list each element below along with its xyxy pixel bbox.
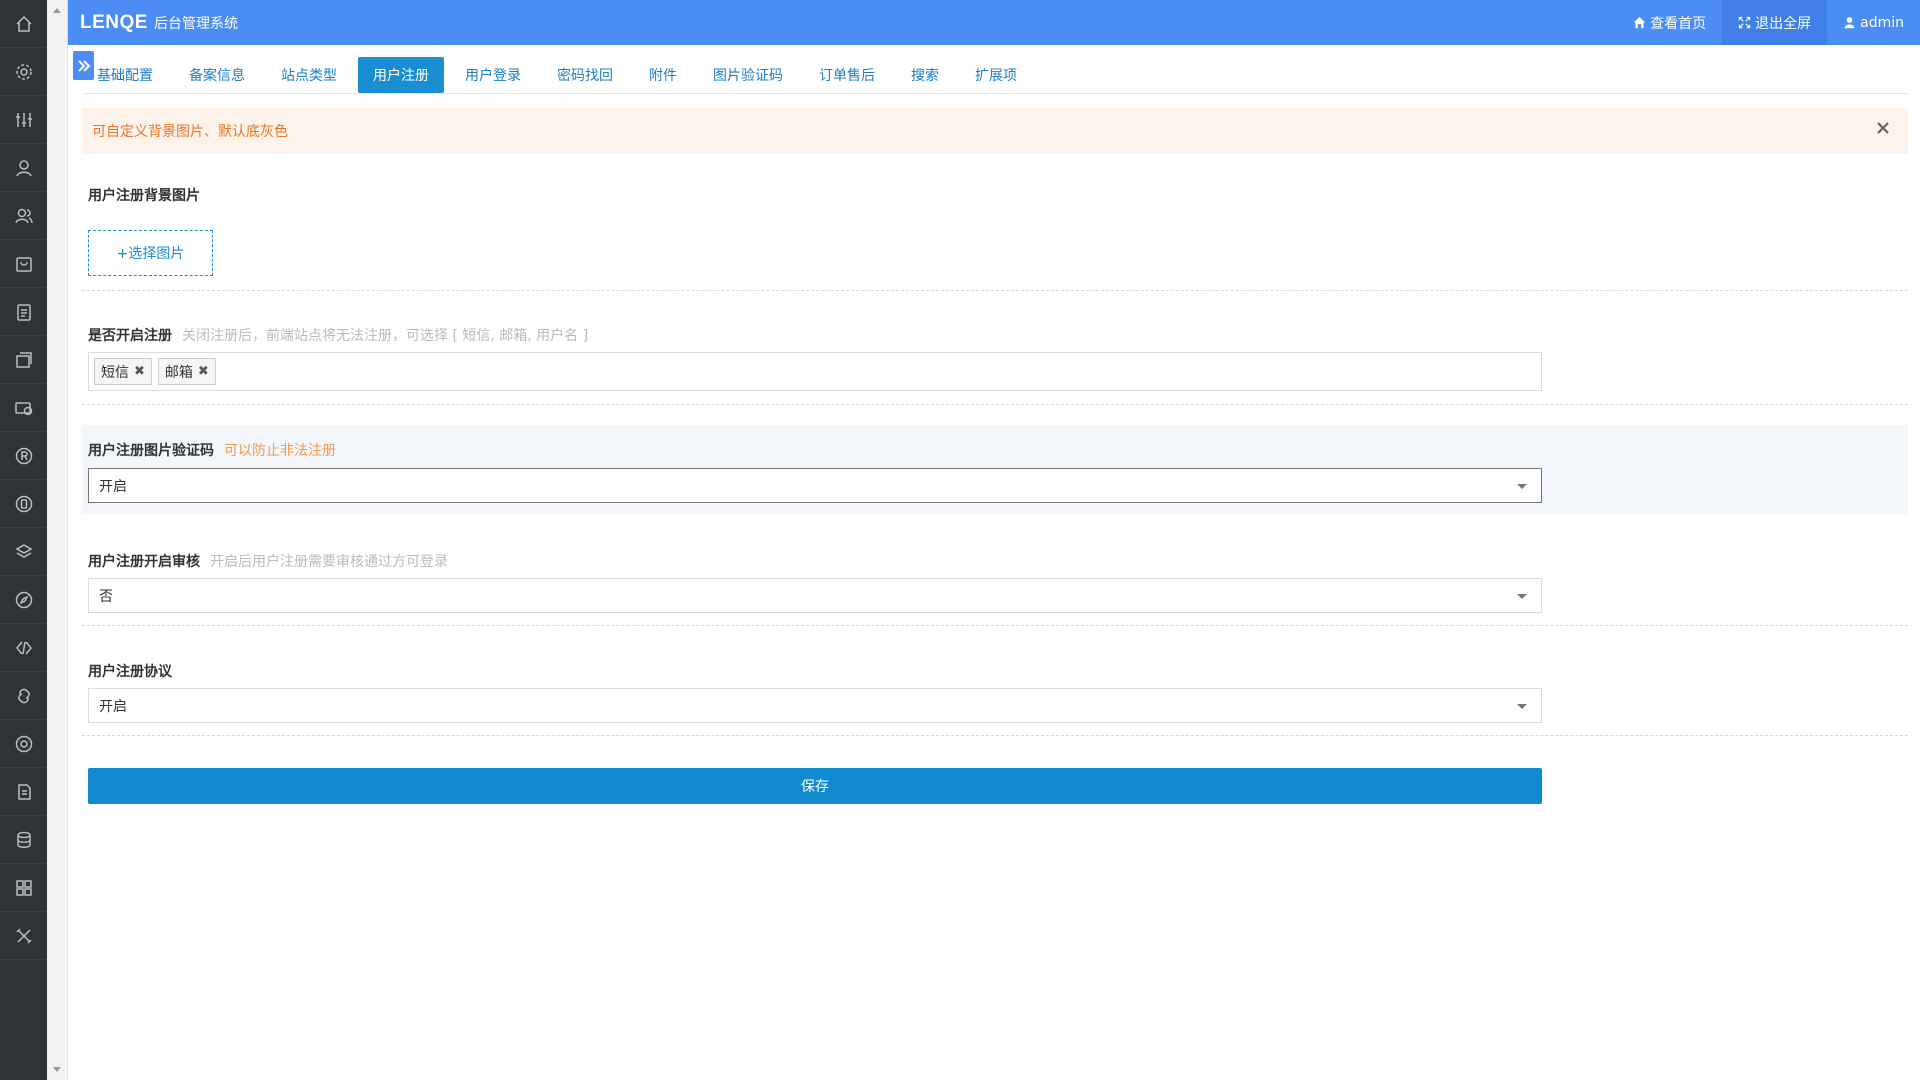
view-home-label: 查看首页 (1650, 15, 1707, 32)
agreement-select[interactable]: 开启 (88, 688, 1542, 723)
home-icon (1633, 16, 1646, 29)
coupon-icon[interactable] (0, 336, 47, 384)
bag-icon[interactable] (0, 240, 47, 288)
enable-register-label: 是否开启注册 关闭注册后，前端站点将无法注册，可选择 [ 短信, 邮箱, 用户名 … (88, 325, 588, 345)
divider (82, 404, 1908, 405)
review-label: 用户注册开启审核 开启后用户注册需要审核通过方可登录 (88, 551, 448, 571)
divider (82, 735, 1908, 736)
document-icon[interactable] (0, 768, 47, 816)
captcha-title: 用户注册图片验证码 (88, 443, 214, 459)
tag-sms: 短信 ✖ (94, 358, 152, 385)
view-home-button[interactable]: 查看首页 (1617, 0, 1722, 45)
link-icon[interactable] (0, 672, 47, 720)
tab-attachment[interactable]: 附件 (634, 57, 692, 93)
divider (82, 625, 1908, 626)
exit-fullscreen-label: 退出全屏 (1755, 15, 1812, 32)
remove-tag-icon[interactable]: ✖ (134, 364, 145, 379)
tab-divider (82, 93, 1908, 94)
captcha-label: 用户注册图片验证码 可以防止非法注册 (88, 440, 336, 460)
tab-filing-info[interactable]: 备案信息 (174, 57, 260, 93)
tab-bar: 基础配置 备案信息 站点类型 用户注册 用户登录 密码找回 附件 图片验证码 订… (82, 57, 1038, 93)
review-value: 否 (99, 588, 113, 605)
tab-basic-config[interactable]: 基础配置 (82, 57, 168, 93)
scroll-down-icon[interactable] (53, 1067, 61, 1072)
chevron-down-icon (1517, 704, 1527, 709)
enable-register-title: 是否开启注册 (88, 328, 172, 344)
review-hint: 开启后用户注册需要审核通过方可登录 (210, 554, 448, 570)
divider (82, 290, 1908, 291)
logo: LENQE (80, 11, 148, 33)
compass-icon[interactable] (0, 576, 47, 624)
register-methods-input[interactable]: 短信 ✖ 邮箱 ✖ (88, 352, 1542, 391)
info-alert: 可自定义背景图片、默认底灰色 (82, 108, 1908, 154)
grid-icon[interactable] (0, 864, 47, 912)
money-icon[interactable] (0, 384, 47, 432)
scroll-gutter[interactable] (47, 0, 68, 1080)
tag-email: 邮箱 ✖ (157, 358, 216, 385)
captcha-value: 开启 (99, 478, 127, 495)
username: admin (1860, 14, 1904, 31)
user-icon[interactable] (0, 144, 47, 192)
enable-register-hint: 关闭注册后，前端站点将无法注册，可选择 [ 短信, 邮箱, 用户名 ] (182, 328, 589, 344)
scroll-up-icon[interactable] (53, 8, 61, 13)
agreement-label: 用户注册协议 (88, 664, 172, 680)
sliders-icon[interactable] (0, 96, 47, 144)
tab-user-login[interactable]: 用户登录 (450, 57, 536, 93)
home-icon[interactable] (0, 0, 47, 48)
save-button[interactable]: 保存 (88, 768, 1542, 804)
chevron-down-icon (1517, 484, 1527, 489)
brand: LENQE 后台管理系统 (68, 12, 238, 34)
tab-captcha[interactable]: 图片验证码 (698, 57, 798, 93)
bg-image-label: 用户注册背景图片 (88, 188, 200, 204)
captcha-hint: 可以防止非法注册 (224, 443, 336, 459)
alert-text: 可自定义背景图片、默认底灰色 (92, 124, 288, 140)
exit-fullscreen-button[interactable]: 退出全屏 (1722, 0, 1828, 45)
tab-user-register[interactable]: 用户注册 (358, 57, 444, 93)
code-icon[interactable] (0, 624, 47, 672)
tab-search[interactable]: 搜索 (896, 57, 954, 93)
tag-label: 邮箱 (164, 364, 193, 381)
chevron-down-icon (1517, 594, 1527, 599)
top-header: LENQE 后台管理系统 查看首页 退出全屏 admin (68, 0, 1920, 45)
close-icon[interactable] (1876, 121, 1896, 141)
clipboard-icon[interactable] (0, 288, 47, 336)
left-sidebar (0, 0, 47, 1080)
tag-label: 短信 (101, 364, 129, 381)
captcha-select[interactable]: 开启 (88, 468, 1542, 503)
user-menu[interactable]: admin (1827, 0, 1920, 45)
layers-icon[interactable] (0, 528, 47, 576)
registered-icon[interactable] (0, 432, 47, 480)
database-icon[interactable] (0, 816, 47, 864)
agreement-value: 开启 (99, 698, 127, 715)
review-title: 用户注册开启审核 (88, 554, 200, 570)
remove-tag-icon[interactable]: ✖ (198, 364, 209, 379)
app-icon[interactable] (0, 480, 47, 528)
users-icon[interactable] (0, 192, 47, 240)
app-subtitle: 后台管理系统 (153, 15, 238, 32)
tab-after-sales[interactable]: 订单售后 (804, 57, 890, 93)
tab-extensions[interactable]: 扩展项 (960, 57, 1032, 93)
tools-icon[interactable] (0, 912, 47, 960)
tab-site-type[interactable]: 站点类型 (266, 57, 352, 93)
gear-icon[interactable] (0, 48, 47, 96)
review-select[interactable]: 否 (88, 578, 1542, 613)
fullscreen-icon (1738, 16, 1751, 29)
user-icon (1844, 17, 1855, 29)
tab-password-recovery[interactable]: 密码找回 (542, 57, 628, 93)
circle-icon[interactable] (0, 720, 47, 768)
choose-image-button[interactable]: +选择图片 (88, 230, 213, 276)
